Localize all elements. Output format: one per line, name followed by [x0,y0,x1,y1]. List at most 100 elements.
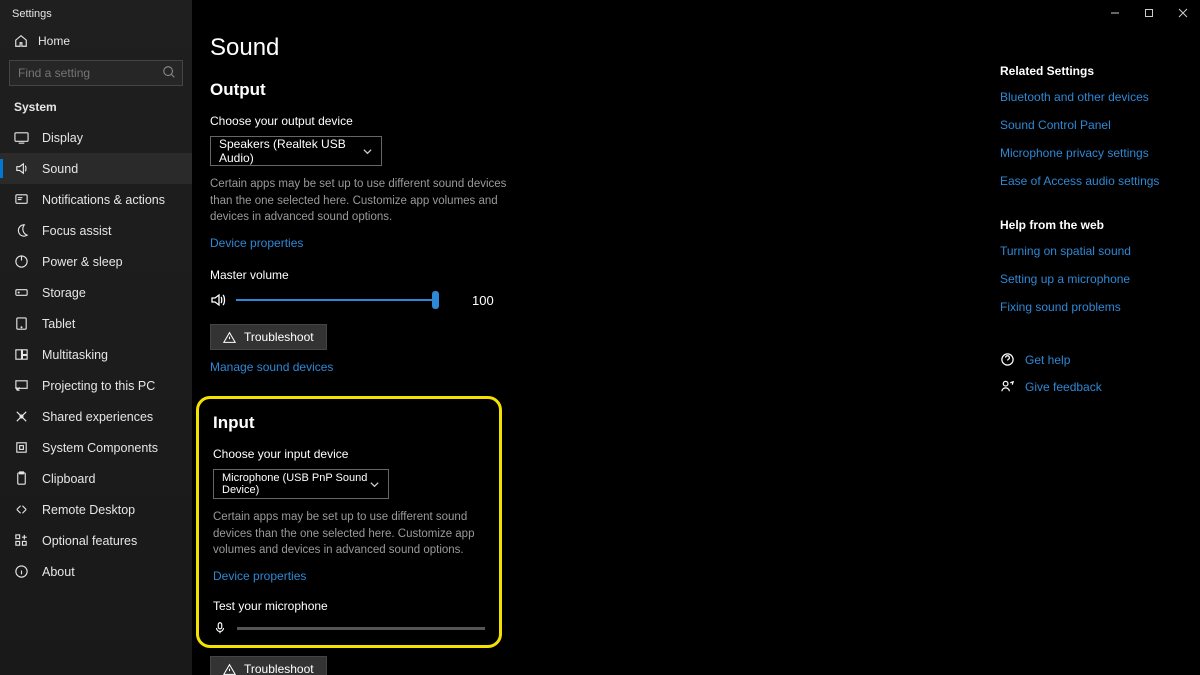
sidebar-item-projecting[interactable]: Projecting to this PC [0,370,192,401]
plus-grid-icon [14,533,29,548]
output-helper-text: Certain apps may be set up to use differ… [210,176,510,226]
input-device-properties-link[interactable]: Device properties [213,569,306,583]
sidebar-item-tablet[interactable]: Tablet [0,308,192,339]
related-link[interactable]: Microphone privacy settings [1000,146,1200,160]
home-icon [14,34,28,48]
window-title: Settings [0,0,192,24]
feedback-icon [1000,379,1015,394]
sidebar-item-notifications[interactable]: Notifications & actions [0,184,192,215]
sidebar-home-label: Home [38,34,70,48]
test-mic-label: Test your microphone [213,599,485,613]
sidebar-item-label: Notifications & actions [42,193,165,207]
master-volume-slider[interactable] [236,290,436,310]
input-device-select[interactable]: Microphone (USB PnP Sound Device) [213,469,389,499]
chevron-down-icon [369,479,380,490]
sidebar-home[interactable]: Home [0,24,192,56]
related-link[interactable]: Sound Control Panel [1000,118,1200,132]
sidebar-item-label: System Components [42,441,158,455]
storage-icon [14,285,29,300]
warning-icon [223,331,236,344]
sidebar-item-clipboard[interactable]: Clipboard [0,463,192,494]
get-help-action[interactable]: Get help [1000,352,1200,367]
button-label: Troubleshoot [244,662,314,675]
warning-icon [223,663,236,675]
sidebar-item-label: Shared experiences [42,410,153,424]
search-icon [162,65,176,79]
project-icon [14,378,29,393]
sidebar-item-label: About [42,565,75,579]
give-feedback-action[interactable]: Give feedback [1000,379,1200,394]
sidebar-item-label: Power & sleep [42,255,123,269]
sound-icon [14,161,29,176]
microphone-icon [213,621,227,635]
close-button[interactable] [1166,0,1200,26]
sidebar-item-storage[interactable]: Storage [0,277,192,308]
sidebar-item-power[interactable]: Power & sleep [0,246,192,277]
moon-icon [14,223,29,238]
help-link[interactable]: Fixing sound problems [1000,300,1200,314]
sidebar-item-optional[interactable]: Optional features [0,525,192,556]
sidebar-item-label: Focus assist [42,224,111,238]
help-icon [1000,352,1015,367]
give-feedback-label: Give feedback [1025,380,1102,394]
help-link[interactable]: Turning on spatial sound [1000,244,1200,258]
sidebar-item-label: Clipboard [42,472,96,486]
related-link[interactable]: Ease of Access audio settings [1000,174,1200,188]
maximize-button[interactable] [1132,0,1166,26]
sidebar-item-label: Remote Desktop [42,503,135,517]
output-section: Output Choose your output device Speaker… [210,80,1000,376]
sidebar-item-multitasking[interactable]: Multitasking [0,339,192,370]
info-icon [14,564,29,579]
output-device-properties-link[interactable]: Device properties [210,236,303,250]
input-choose-label: Choose your input device [213,447,485,461]
clipboard-icon [14,471,29,486]
sidebar-item-sound[interactable]: Sound [0,153,192,184]
shared-icon [14,409,29,424]
minimize-button[interactable] [1098,0,1132,26]
sidebar-item-display[interactable]: Display [0,122,192,153]
output-choose-label: Choose your output device [210,114,1000,128]
sidebar-item-label: Storage [42,286,86,300]
output-troubleshoot-button[interactable]: Troubleshoot [210,324,327,350]
sidebar-item-label: Projecting to this PC [42,379,155,393]
search-input[interactable] [9,60,183,86]
speaker-icon[interactable] [210,292,226,308]
related-settings-heading: Related Settings [1000,64,1200,78]
main: Sound Output Choose your output device S… [192,0,1200,675]
sidebar-item-remote[interactable]: Remote Desktop [0,494,192,525]
titlebar [1098,0,1200,26]
sidebar-item-label: Multitasking [42,348,108,362]
chevron-down-icon [362,146,373,157]
master-volume-label: Master volume [210,268,1000,282]
input-section-highlight: Input Choose your input device Microphon… [196,396,502,648]
sidebar-item-label: Tablet [42,317,75,331]
sidebar-item-about[interactable]: About [0,556,192,587]
power-icon [14,254,29,269]
help-link[interactable]: Setting up a microphone [1000,272,1200,286]
input-heading: Input [213,413,485,433]
related-link[interactable]: Bluetooth and other devices [1000,90,1200,104]
display-icon [14,130,29,145]
button-label: Troubleshoot [244,330,314,344]
master-volume-value: 100 [472,293,494,308]
notifications-icon [14,192,29,207]
output-device-value: Speakers (Realtek USB Audio) [219,137,362,165]
sidebar-item-components[interactable]: System Components [0,432,192,463]
sidebar-item-label: Display [42,131,83,145]
sidebar: Settings Home System Display Sound [0,0,192,675]
remote-icon [14,502,29,517]
sidebar-item-shared[interactable]: Shared experiences [0,401,192,432]
page-title: Sound [210,34,1000,62]
components-icon [14,440,29,455]
input-device-value: Microphone (USB PnP Sound Device) [222,472,369,496]
tablet-icon [14,316,29,331]
sidebar-item-label: Sound [42,162,78,176]
sidebar-nav: Display Sound Notifications & actions Fo… [0,122,192,587]
sidebar-item-focus-assist[interactable]: Focus assist [0,215,192,246]
mic-level-meter [237,627,485,630]
output-heading: Output [210,80,1000,100]
get-help-label: Get help [1025,353,1070,367]
input-troubleshoot-button[interactable]: Troubleshoot [210,656,327,675]
output-manage-link[interactable]: Manage sound devices [210,360,333,374]
output-device-select[interactable]: Speakers (Realtek USB Audio) [210,136,382,166]
